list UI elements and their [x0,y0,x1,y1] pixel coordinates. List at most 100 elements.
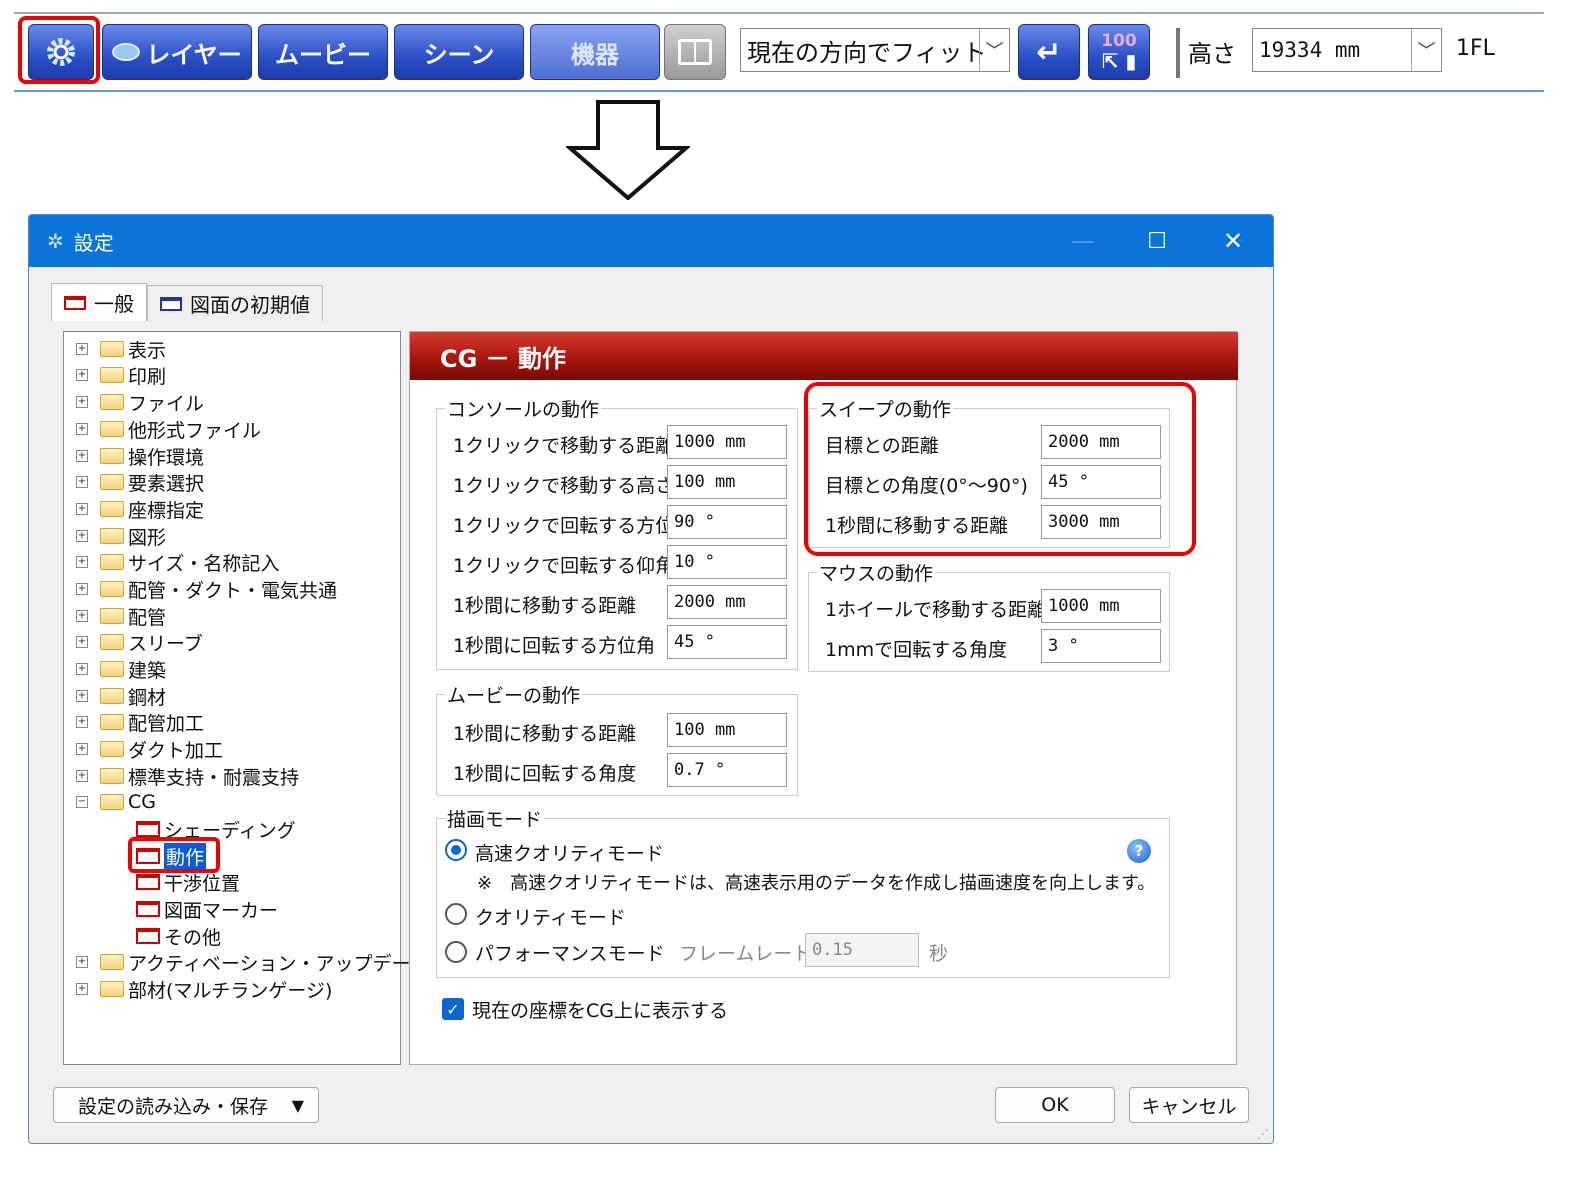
expand-icon[interactable]: + [76,983,88,995]
height-combo[interactable]: 19334 mm ﹀ [1252,28,1442,72]
expand-icon[interactable]: + [76,369,88,381]
step-badge: 100 [1101,31,1137,51]
cancel-button[interactable]: キャンセル [1129,1087,1249,1123]
expand-icon[interactable]: + [76,716,88,728]
tree-item-print[interactable]: + 印刷 [76,362,166,388]
equipment-button[interactable]: 機器 [530,24,660,80]
tree-item-sleeve[interactable]: + スリーブ [76,629,203,655]
tree-item-piping[interactable]: + 配管 [76,603,166,629]
expand-icon[interactable]: + [76,503,88,515]
layer-label: レイヤー [146,40,242,69]
tree-label: ファイル [128,392,205,415]
tab-general[interactable]: 一般 [51,283,147,321]
tree-item-cg[interactable]: − CG [76,789,156,815]
tab-drawing-defaults-label: 図面の初期値 [190,293,310,317]
expand-icon[interactable]: + [76,636,88,648]
tree-item-marker[interactable]: 図面マーカー [136,896,278,922]
maximize-icon[interactable]: ☐ [1137,223,1177,259]
movie-speed-input[interactable]: 100 mm [667,713,787,747]
tree-item-size-name[interactable]: + サイズ・名称記入 [76,549,279,575]
render-note: ※ 高速クオリティモードは、高速表示用のデータを作成し描画速度を向上します。 [477,873,1156,894]
settings-tree: + 表示 + 印刷 + ファイル + 他形式ファイル + 操作環境 + 要素選択 + 座標指定… [63,331,430,1065]
expand-icon[interactable]: + [76,610,88,622]
load-save-button[interactable]: 設定の読み込み・保存 ▼ [53,1087,319,1123]
chevron-down-icon[interactable]: ﹀ [979,29,1009,71]
fit-combo[interactable]: 現在の方向でフィット ﹀ [740,28,1010,72]
expand-icon[interactable]: + [76,530,88,542]
toolbar: レイヤー ムービー シーン 機器 現在の方向でフィット ﹀ ↵ 100 ⇱ ▮ … [14,12,1544,92]
tree-label: その他 [164,926,222,949]
enter-button[interactable]: ↵ [1018,24,1080,80]
expand-icon[interactable]: + [76,690,88,702]
tree-item-other[interactable]: その他 [136,923,221,949]
split-view-icon [678,39,712,65]
scene-button[interactable]: シーン [394,24,524,80]
tree-item-file[interactable]: + ファイル [76,389,204,415]
ok-button[interactable]: OK [995,1087,1115,1123]
tree-item-selection[interactable]: + 要素選択 [76,469,204,495]
mouse-rotate-angle-input[interactable]: 3 ° [1041,629,1161,663]
tree-label: 配管 [128,606,167,629]
expand-icon[interactable]: + [76,743,88,755]
expand-icon[interactable]: + [76,423,88,435]
chevron-down-icon[interactable]: ﹀ [1411,29,1441,71]
split-view-button[interactable] [664,24,726,80]
folder-icon [100,501,124,517]
page-icon [136,874,160,890]
expand-icon[interactable]: + [76,396,88,408]
resize-grip-icon[interactable]: ⋰ [1257,1127,1269,1141]
console-azimuth-input[interactable]: 90 ° [667,505,787,539]
console-move-distance-input[interactable]: 1000 mm [667,425,787,459]
expand-icon[interactable]: + [76,770,88,782]
tree-item-coords[interactable]: + 座標指定 [76,496,204,522]
folder-icon [100,341,124,357]
tree-item-support[interactable]: + 標準支持・耐震支持 [76,763,299,789]
folder-icon [100,634,124,650]
collapse-icon[interactable]: − [76,796,88,808]
expand-icon[interactable]: + [76,663,88,675]
console-move-height-input[interactable]: 100 mm [667,465,787,499]
tree-label: 他形式ファイル [128,419,262,442]
tree-item-display[interactable]: + 表示 [76,336,166,362]
step-height-button[interactable]: 100 ⇱ ▮ [1088,24,1150,80]
tree-item-other-format[interactable]: + 他形式ファイル [76,416,261,442]
expand-icon[interactable]: + [76,956,88,968]
expand-icon[interactable]: + [76,476,88,488]
movie-button[interactable]: ムービー [258,24,388,80]
tab-drawing-defaults[interactable]: 図面の初期値 [147,285,323,321]
framerate-input[interactable]: 0.15 [805,933,919,967]
tree-item-common[interactable]: + 配管・ダクト・電気共通 [76,576,337,602]
tree-item-parts[interactable]: + 部材(マルチランゲージ) [76,976,332,1002]
console-elevation-input[interactable]: 10 ° [667,545,787,579]
movie-rotate-input[interactable]: 0.7 ° [667,753,787,787]
console-speed-input[interactable]: 2000 mm [667,585,787,619]
tree-label: アクティベーション・アップデート [128,952,430,975]
show-coords-checkbox[interactable]: ✓ [442,998,464,1020]
tree-item-building[interactable]: + 建築 [76,656,166,682]
mouse-wheel-distance-input[interactable]: 1000 mm [1041,589,1161,623]
tree-item-environment[interactable]: + 操作環境 [76,443,204,469]
dialog-tabs: 一般 図面の初期値 [51,283,323,321]
console-group-title: コンソールの動作 [445,395,602,422]
tree-item-steel[interactable]: + 鋼材 [76,683,166,709]
expand-icon[interactable]: + [76,583,88,595]
folder-icon [100,448,124,464]
height-label: 高さ [1188,40,1236,68]
expand-icon[interactable]: + [76,343,88,355]
minimize-icon[interactable]: — [1063,223,1103,259]
tree-item-duct-fab[interactable]: + ダクト加工 [76,736,223,762]
expand-icon[interactable]: + [76,450,88,462]
tree-item-shapes[interactable]: + 図形 [76,523,166,549]
radio-fast-quality[interactable] [445,839,467,861]
console-rotate-speed-input[interactable]: 45 ° [667,625,787,659]
radio-performance[interactable] [445,941,467,963]
tree-item-activation[interactable]: + アクティベーション・アップデート [76,949,430,975]
mouse-label: 1ホイールで移動する距離 [825,599,1047,621]
help-icon[interactable]: ? [1127,839,1151,863]
folder-icon [100,661,124,677]
radio-quality[interactable] [445,903,467,925]
close-icon[interactable]: ✕ [1213,223,1253,259]
layer-button[interactable]: レイヤー [102,24,252,80]
expand-icon[interactable]: + [76,556,88,568]
tree-item-pipe-fab[interactable]: + 配管加工 [76,709,204,735]
